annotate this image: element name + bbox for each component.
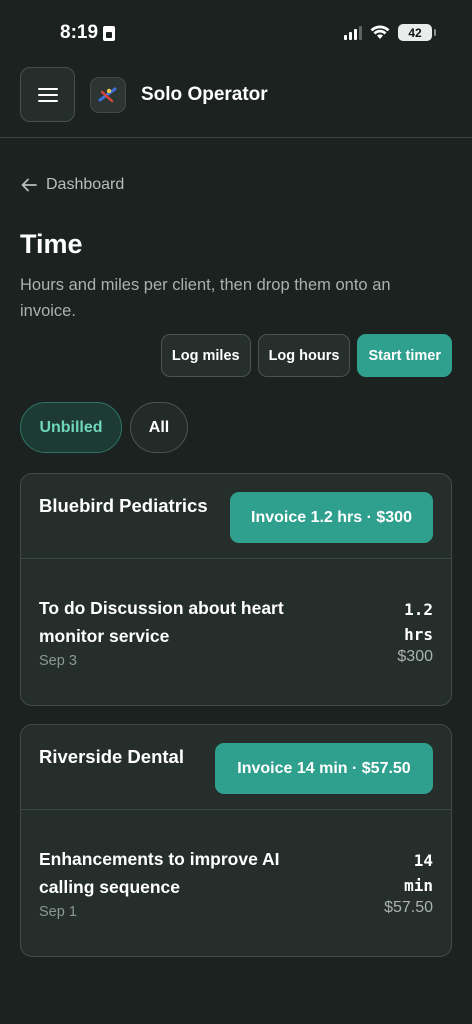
arrow-left-icon [21,178,37,192]
clock-text: 8:19 [60,22,99,43]
hamburger-menu-icon [37,87,58,102]
filter-all[interactable]: All [130,402,188,453]
app-logo[interactable] [90,77,126,113]
entry-quantity: 1.2 hrs [373,597,433,647]
entry-amount: $300 [397,648,433,665]
client-name: Bluebird Pediatrics [39,495,208,516]
app-title: Solo Operator [141,84,268,105]
page-title: Time [20,229,83,259]
solo-operator-logo-icon [98,87,117,103]
battery-level: 42 [408,25,422,40]
time-entry[interactable]: Enhancements to improve AI calling seque… [21,810,451,956]
entry-quantity-unit: min [404,876,433,895]
app-header: Solo Operator [0,62,472,138]
entry-quantity-unit: hrs [404,625,433,644]
battery-icon: 42 [398,24,436,41]
entry-quantity-value: 1.2 [404,600,433,619]
entry-description: Enhancements to improve AI calling seque… [39,849,280,897]
entry-date: Sep 3 [39,653,77,669]
entry-amount: $57.50 [384,899,433,916]
start-timer-button[interactable]: Start timer [357,334,452,377]
breadcrumb[interactable]: Dashboard [21,176,124,194]
filter-unbilled[interactable]: Unbilled [20,402,122,453]
invoice-button[interactable]: Invoice 14 min · $57.50 [215,743,433,794]
cellular-signal-icon [344,25,362,40]
breadcrumb-label: Dashboard [46,176,125,193]
log-miles-button[interactable]: Log miles [160,334,251,377]
page-subtitle: Hours and miles per client, then drop th… [20,276,391,320]
entry-quantity-value: 14 [413,851,433,870]
status-indicators: 42 [344,24,436,41]
filter-tabs: Unbilled All [20,402,188,453]
wifi-icon [370,25,390,39]
entry-date: Sep 1 [39,904,77,920]
id-card-icon [103,25,116,41]
log-hours-button[interactable]: Log hours [257,334,351,377]
client-card: Riverside Dental Invoice 14 min · $57.50… [20,724,452,957]
invoice-button[interactable]: Invoice 1.2 hrs · $300 [230,492,433,543]
entry-quantity: 14 min [373,848,433,898]
time-entry[interactable]: To do Discussion about heart monitor ser… [21,559,451,705]
client-card-header: Bluebird Pediatrics Invoice 1.2 hrs · $3… [21,474,451,559]
client-name: Riverside Dental [39,746,184,767]
status-bar: 8:19 42 [0,0,472,62]
client-card: Bluebird Pediatrics Invoice 1.2 hrs · $3… [20,473,452,706]
client-card-header: Riverside Dental Invoice 14 min · $57.50 [21,725,451,810]
action-row: Log miles Log hours Start timer [160,334,452,377]
entry-description: To do Discussion about heart monitor ser… [39,598,284,646]
menu-button[interactable] [20,67,75,122]
status-time: 8:19 [60,22,116,44]
